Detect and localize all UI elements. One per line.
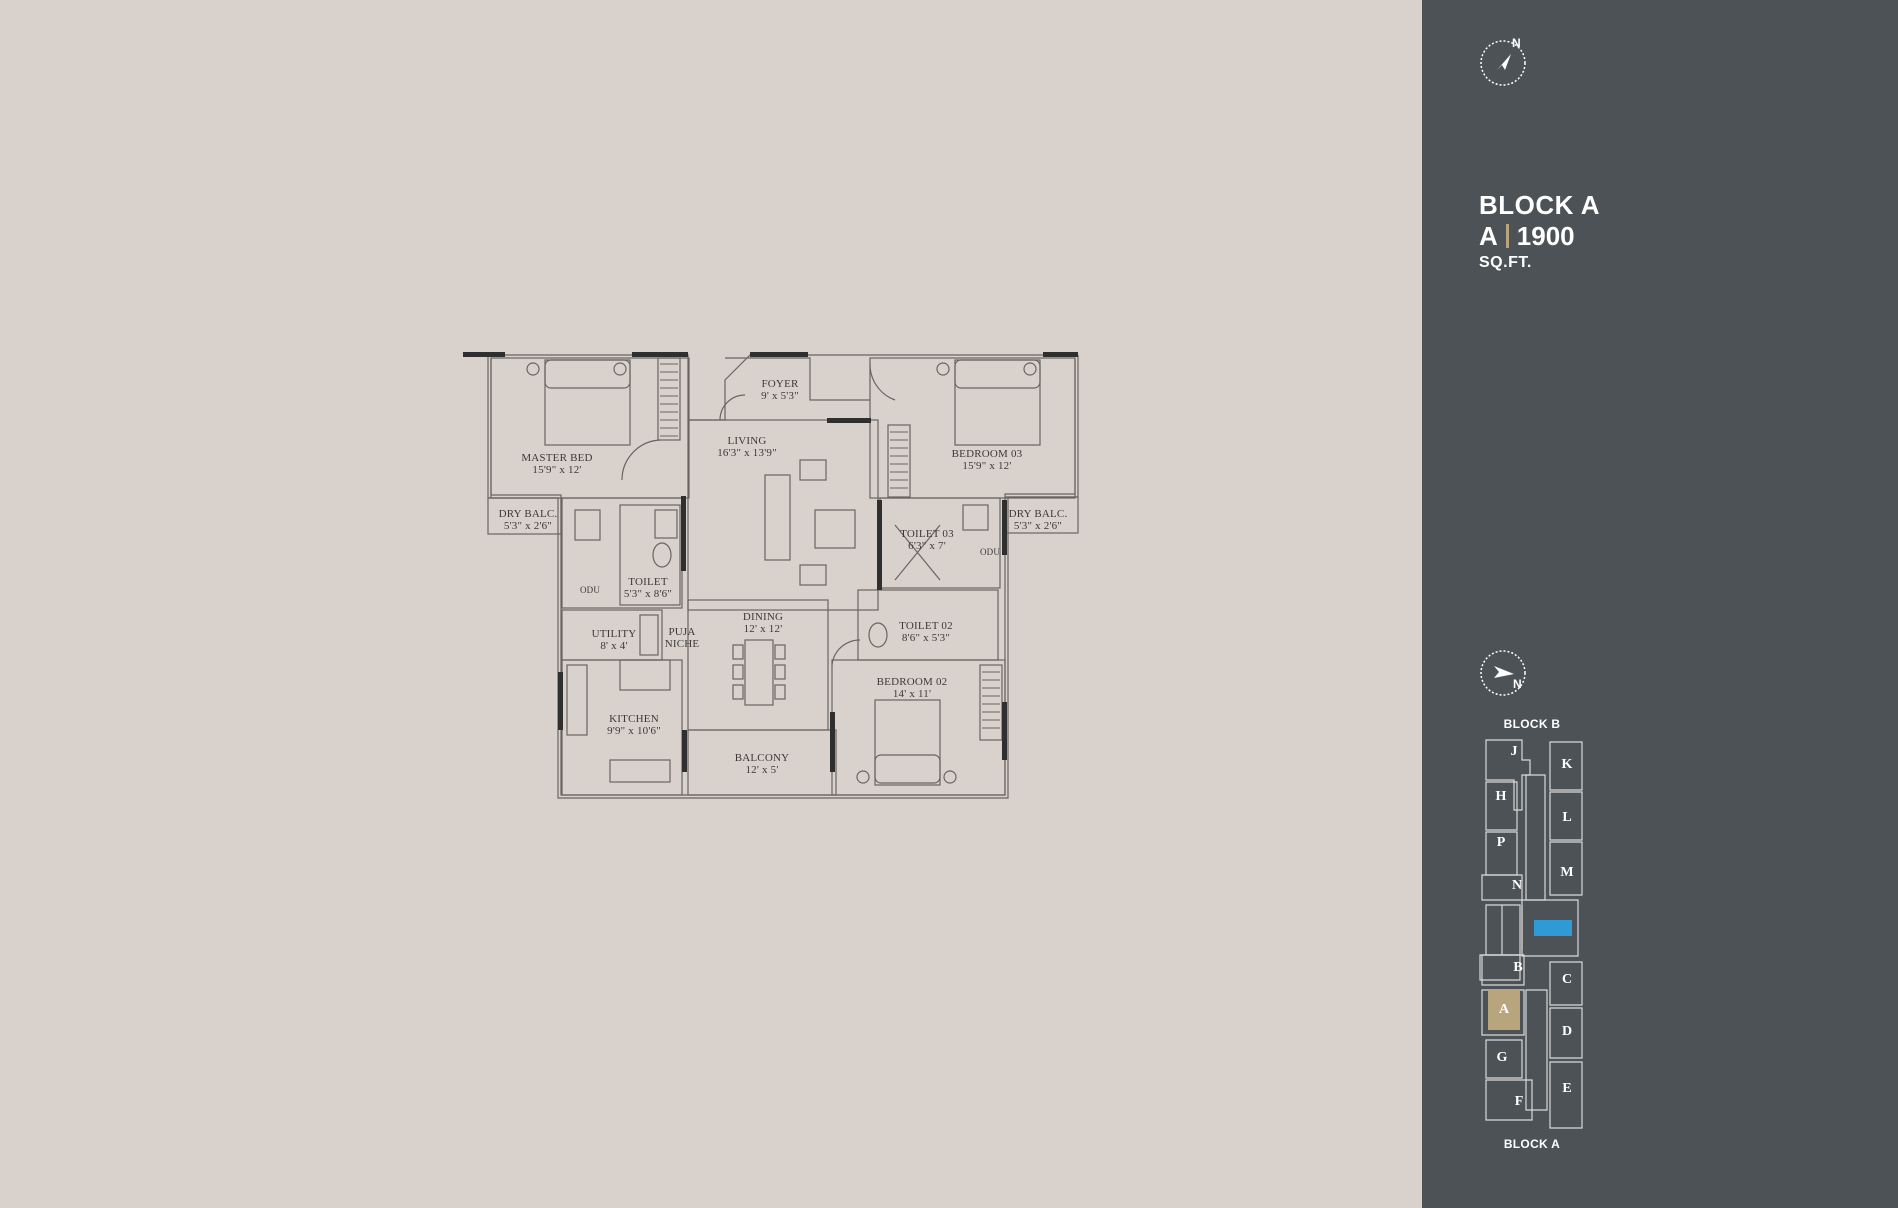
room-name: TOILET 02 <box>899 620 953 632</box>
room-name: DRY BALC. <box>1008 508 1068 520</box>
room-label-toilet-02: TOILET 02 8'6" x 5'3" <box>899 620 953 644</box>
keyplan-unit-g: G <box>1496 1050 1508 1065</box>
room-dimensions: 5'3" x 2'6" <box>1013 520 1063 532</box>
room-name: FOYER <box>761 378 799 390</box>
room-label-foyer: FOYER 9' x 5'3" <box>761 378 799 402</box>
room-dimensions: 8'6" x 5'3" <box>901 632 951 644</box>
room-dimensions: 9' x 5'3" <box>761 390 799 402</box>
room-name: DINING <box>742 611 784 623</box>
keyplan-unit-b: B <box>1513 960 1523 975</box>
keyplan-drawing <box>1479 739 1583 1129</box>
room-name: BEDROOM 02 <box>876 676 948 688</box>
odu-label: ODU <box>580 584 600 596</box>
room-name: MASTER BED <box>521 452 593 464</box>
room-label-toilet: TOILET 5'3" x 8'6" <box>624 576 672 600</box>
room-name: TOILET <box>628 576 668 588</box>
room-dimensions: 14' x 11' <box>892 688 932 700</box>
keyplan-unit-m: M <box>1560 865 1574 880</box>
room-label-kitchen: KITCHEN 9'9" x 10'6" <box>607 713 661 737</box>
keyplan-unit-d: D <box>1561 1024 1573 1039</box>
floor-plan-drawing <box>463 352 1079 799</box>
room-label-master-bed: MASTER BED 15'9" x 12' <box>521 452 592 476</box>
keyplan-unit-n: N <box>1511 878 1523 893</box>
room-dimensions: 9'9" x 10'6" <box>607 725 661 737</box>
room-dimensions: 12' x 12' <box>743 623 783 635</box>
room-name: LIVING <box>727 435 767 447</box>
room-name: PUJA <box>668 626 696 638</box>
room-label-living: LIVING 16'3" x 13'9" <box>717 435 777 459</box>
keyplan-unit-k: K <box>1561 757 1573 772</box>
keyplan-unit-l: L <box>1562 810 1572 825</box>
room-dimensions: NICHE <box>664 638 700 650</box>
keyplan-unit-h: H <box>1495 789 1507 804</box>
floor-plan-area: FOYER 9' x 5'3" LIVING 16'3" x 13'9" MAS… <box>0 0 1422 1208</box>
room-label-puja-niche: PUJA NICHE <box>665 626 700 650</box>
room-name: TOILET 03 <box>900 528 954 540</box>
room-label-bedroom-02: BEDROOM 02 14' x 11' <box>877 676 948 700</box>
room-name: BALCONY <box>734 752 790 764</box>
keyplan-unit-a-highlighted: A <box>1498 1002 1510 1017</box>
keyplan-unit-p: P <box>1496 835 1506 850</box>
odu-text: ODU <box>979 547 1001 557</box>
room-dimensions: 5'3" x 2'6" <box>503 520 553 532</box>
room-name: KITCHEN <box>609 713 659 725</box>
room-label-toilet-03: TOILET 03 6'3" x 7' <box>900 528 954 552</box>
room-dimensions: 16'3" x 13'9" <box>717 447 777 459</box>
odu-text: ODU <box>579 585 601 595</box>
room-name: DRY BALC. <box>498 508 558 520</box>
odu-label: ODU <box>980 546 1000 558</box>
keyplan-bottom-label: BLOCK A <box>1503 1137 1561 1151</box>
room-dimensions: 6'3" x 7' <box>908 540 946 552</box>
room-dimensions: 15'9" x 12' <box>532 464 582 476</box>
keyplan-unit-c: C <box>1561 972 1573 987</box>
room-label-utility: UTILITY 8' x 4' <box>592 628 637 652</box>
room-dimensions: 15'9" x 12' <box>962 460 1012 472</box>
room-name: UTILITY <box>591 628 637 640</box>
keyplan-unit-f: F <box>1514 1094 1524 1109</box>
room-label-dry-balcony-left: DRY BALC. 5'3" x 2'6" <box>499 508 558 532</box>
keyplan-unit-e: E <box>1562 1081 1572 1096</box>
keyplan-unit-j: J <box>1510 744 1518 759</box>
room-label-bedroom-03: BEDROOM 03 15'9" x 12' <box>952 448 1023 472</box>
room-label-dry-balcony-right: DRY BALC. 5'3" x 2'6" <box>1009 508 1068 532</box>
room-dimensions: 5'3" x 8'6" <box>623 588 673 600</box>
info-side-panel: N BLOCK A A 1900 SQ.FT. N BLOCK B J K H … <box>1422 0 1898 1208</box>
room-name: BEDROOM 03 <box>951 448 1023 460</box>
room-dimensions: 12' x 5' <box>745 764 779 776</box>
room-dimensions: 8' x 4' <box>600 640 628 652</box>
room-label-dining: DINING 12' x 12' <box>743 611 783 635</box>
room-label-balcony: BALCONY 12' x 5' <box>735 752 790 776</box>
